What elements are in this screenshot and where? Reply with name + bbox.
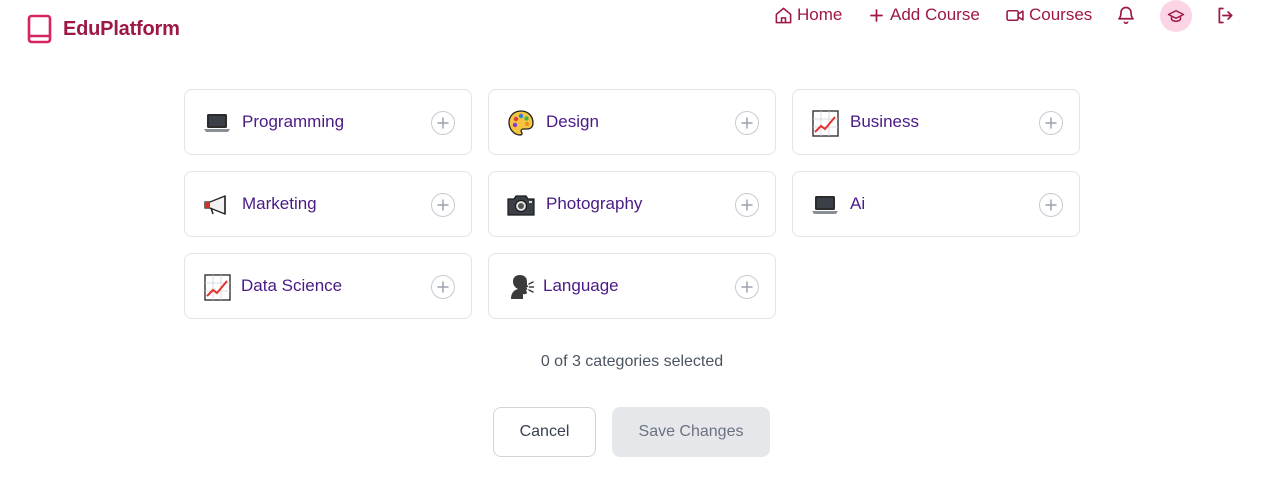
- category-card-language[interactable]: Language: [488, 253, 776, 319]
- brand-name: EduPlatform: [63, 17, 180, 40]
- plus-icon: [1045, 117, 1057, 129]
- save-changes-button[interactable]: Save Changes: [612, 407, 770, 457]
- chart-increasing-icon: [811, 109, 839, 137]
- category-label: Marketing: [242, 194, 317, 213]
- add-category-button[interactable]: [1039, 111, 1063, 135]
- megaphone-icon: [203, 192, 231, 218]
- category-label: Design: [546, 112, 599, 131]
- brand-logo[interactable]: EduPlatform: [27, 14, 180, 44]
- plus-icon: [437, 281, 449, 293]
- category-label: Programming: [242, 112, 345, 131]
- category-card-business[interactable]: Business: [792, 89, 1080, 155]
- laptop-icon: [811, 192, 839, 218]
- plus-icon: [437, 117, 449, 129]
- nav-courses-link[interactable]: Courses: [1005, 0, 1092, 30]
- selection-status: 0 of 3 categories selected: [540, 353, 724, 370]
- graduation-cap-icon: [1167, 10, 1185, 22]
- logout-icon: [1218, 7, 1233, 23]
- plus-icon: [870, 8, 883, 22]
- bell-icon: [1118, 6, 1134, 25]
- nav-courses-label: Courses: [1029, 5, 1093, 24]
- category-card-data-science[interactable]: Data Science: [184, 253, 472, 319]
- add-category-button[interactable]: [431, 275, 455, 299]
- plus-icon: [741, 281, 753, 293]
- notifications-button[interactable]: [1116, 0, 1136, 30]
- home-icon: [775, 7, 792, 23]
- top-navbar: EduPlatform Home Add Course Courses: [0, 0, 1274, 58]
- camera-icon: [507, 192, 535, 218]
- nav-add-course-link[interactable]: Add Course: [867, 0, 980, 30]
- page-title-ghost: [478, 24, 788, 54]
- add-category-button[interactable]: [431, 193, 455, 217]
- cancel-button[interactable]: Cancel: [493, 407, 596, 457]
- video-icon: [1006, 9, 1024, 21]
- add-category-button[interactable]: [735, 111, 759, 135]
- logout-button[interactable]: [1215, 0, 1236, 30]
- plus-icon: [741, 117, 753, 129]
- nav-add-course-label: Add Course: [890, 5, 980, 24]
- category-card-photography[interactable]: Photography: [488, 171, 776, 237]
- nav-home-link[interactable]: Home: [774, 0, 842, 30]
- category-label: Ai: [850, 194, 866, 213]
- plus-icon: [1045, 199, 1057, 211]
- add-category-button[interactable]: [1039, 193, 1063, 217]
- category-label: Business: [850, 112, 919, 131]
- plus-icon: [741, 199, 753, 211]
- category-label: Data Science: [241, 276, 343, 295]
- add-category-button[interactable]: [431, 111, 455, 135]
- plus-icon: [437, 199, 449, 211]
- chart-increasing-icon: [203, 273, 231, 301]
- category-card-ai[interactable]: Ai: [792, 171, 1080, 237]
- add-category-button[interactable]: [735, 275, 759, 299]
- book-icon: [27, 14, 52, 44]
- nav-home-label: Home: [797, 5, 843, 24]
- laptop-icon: [203, 110, 231, 136]
- category-card-design[interactable]: Design: [488, 89, 776, 155]
- add-category-button[interactable]: [735, 193, 759, 217]
- category-card-marketing[interactable]: Marketing: [184, 171, 472, 237]
- category-label: Language: [543, 276, 619, 295]
- category-card-programming[interactable]: Programming: [184, 89, 472, 155]
- speaking-head-icon: [507, 274, 535, 300]
- user-avatar-button[interactable]: [1160, 0, 1192, 32]
- palette-icon: [507, 110, 535, 136]
- category-label: Photography: [546, 194, 643, 213]
